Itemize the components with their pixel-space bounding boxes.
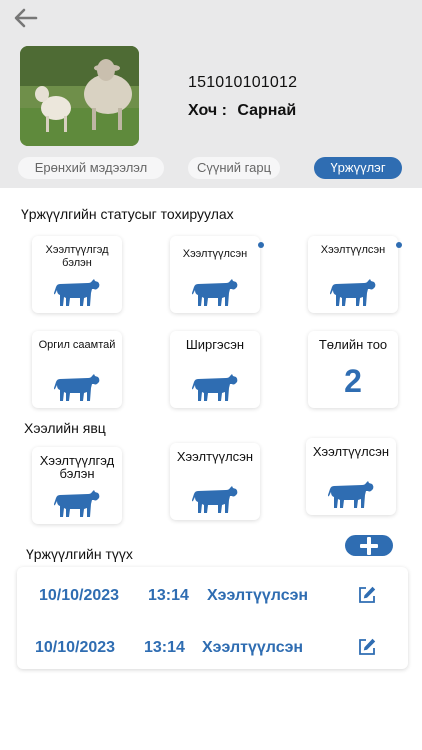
progress-card-ready[interactable]: Хээлтүүлгэд бэлэн (32, 447, 122, 524)
animal-nickname: Хоч : Сарнай (188, 102, 296, 120)
status-dot-indicator (258, 242, 264, 248)
profile-header: 151010101012 Хоч : Сарнай Ерөнхий мэдээл… (0, 0, 422, 188)
edit-icon[interactable] (357, 637, 377, 657)
status-card-label: Хээлтүүлсэн (182, 248, 248, 260)
tab-breeding[interactable]: Үржүүлэг (314, 157, 402, 179)
cow-icon (192, 372, 238, 402)
pregnancy-progress-title: Хээлийн явц (24, 420, 106, 436)
offspring-count-card[interactable]: Төлийн тоо 2 (308, 331, 398, 408)
history-date: 10/10/2023 (35, 639, 116, 656)
offspring-count-label: Төлийн тоо (318, 337, 388, 352)
history-status: Хээлтүүлсэн (207, 587, 309, 604)
sheep-photo-icon (20, 46, 139, 146)
cow-icon (330, 277, 376, 307)
cow-icon (192, 277, 238, 307)
cow-icon (54, 277, 100, 307)
history-time: 13:14 (148, 587, 189, 604)
cow-icon (54, 372, 100, 402)
nickname-label: Хоч (188, 102, 218, 119)
history-date: 10/10/2023 (39, 587, 120, 604)
breeding-history-list: 10/10/2023 13:14 Хээлтүүлсэн 10/10/2023 … (17, 567, 408, 669)
status-card-label: Оргил саамтай (38, 339, 116, 351)
nickname-separator: : (221, 102, 227, 119)
progress-card-label: Хээлтүүлсэн (176, 449, 254, 464)
offspring-count-value: 2 (344, 363, 362, 399)
tab-milk-yield[interactable]: Сүүний гарц (188, 157, 280, 179)
status-card-label: Хээлтүүлгэд бэлэн (45, 244, 109, 269)
cow-icon (192, 484, 238, 514)
back-arrow-icon[interactable] (12, 6, 40, 30)
status-card-inseminated[interactable]: Хээлтүүлсэн (170, 236, 264, 313)
progress-card-inseminated[interactable]: Хээлтүүлсэн (170, 443, 260, 520)
history-status: Хээлтүүлсэн (202, 639, 304, 656)
progress-card-inseminated-2[interactable]: Хээлтүүлсэн (306, 438, 396, 515)
progress-card-label: Хээлтүүлсэн (312, 444, 390, 459)
status-card-peak-milk[interactable]: Оргил саамтай (32, 331, 122, 408)
history-time: 13:14 (144, 639, 185, 656)
history-row[interactable]: 10/10/2023 13:14 Хээлтүүлсэн (17, 581, 408, 611)
breeding-status-title: Үржүүлгийн статусыг тохируулах (21, 206, 234, 222)
progress-card-label: Хээлтүүлгэд бэлэн (39, 453, 115, 481)
edit-icon[interactable] (357, 585, 377, 605)
cow-icon (328, 479, 374, 509)
status-card-label: Хээлтүүлсэн (320, 244, 386, 256)
history-row[interactable]: 10/10/2023 13:14 Хээлтүүлсэн (17, 633, 408, 663)
status-card-ready[interactable]: Хээлтүүлгэд бэлэн (32, 236, 122, 313)
status-card-label: Ширгэсэн (185, 337, 245, 352)
tab-general-info[interactable]: Ерөнхий мэдээлэл (18, 157, 164, 179)
status-dot-indicator (396, 242, 402, 248)
animal-id: 151010101012 (188, 74, 298, 91)
nickname-value: Сарнай (237, 102, 297, 119)
status-card-inseminated-2[interactable]: Хээлтүүлсэн (308, 236, 402, 313)
status-card-dry[interactable]: Ширгэсэн (170, 331, 260, 408)
breeding-history-title: Үржүүлгийн түүх (26, 546, 133, 562)
cow-icon (54, 488, 100, 518)
add-history-button[interactable] (345, 535, 393, 556)
